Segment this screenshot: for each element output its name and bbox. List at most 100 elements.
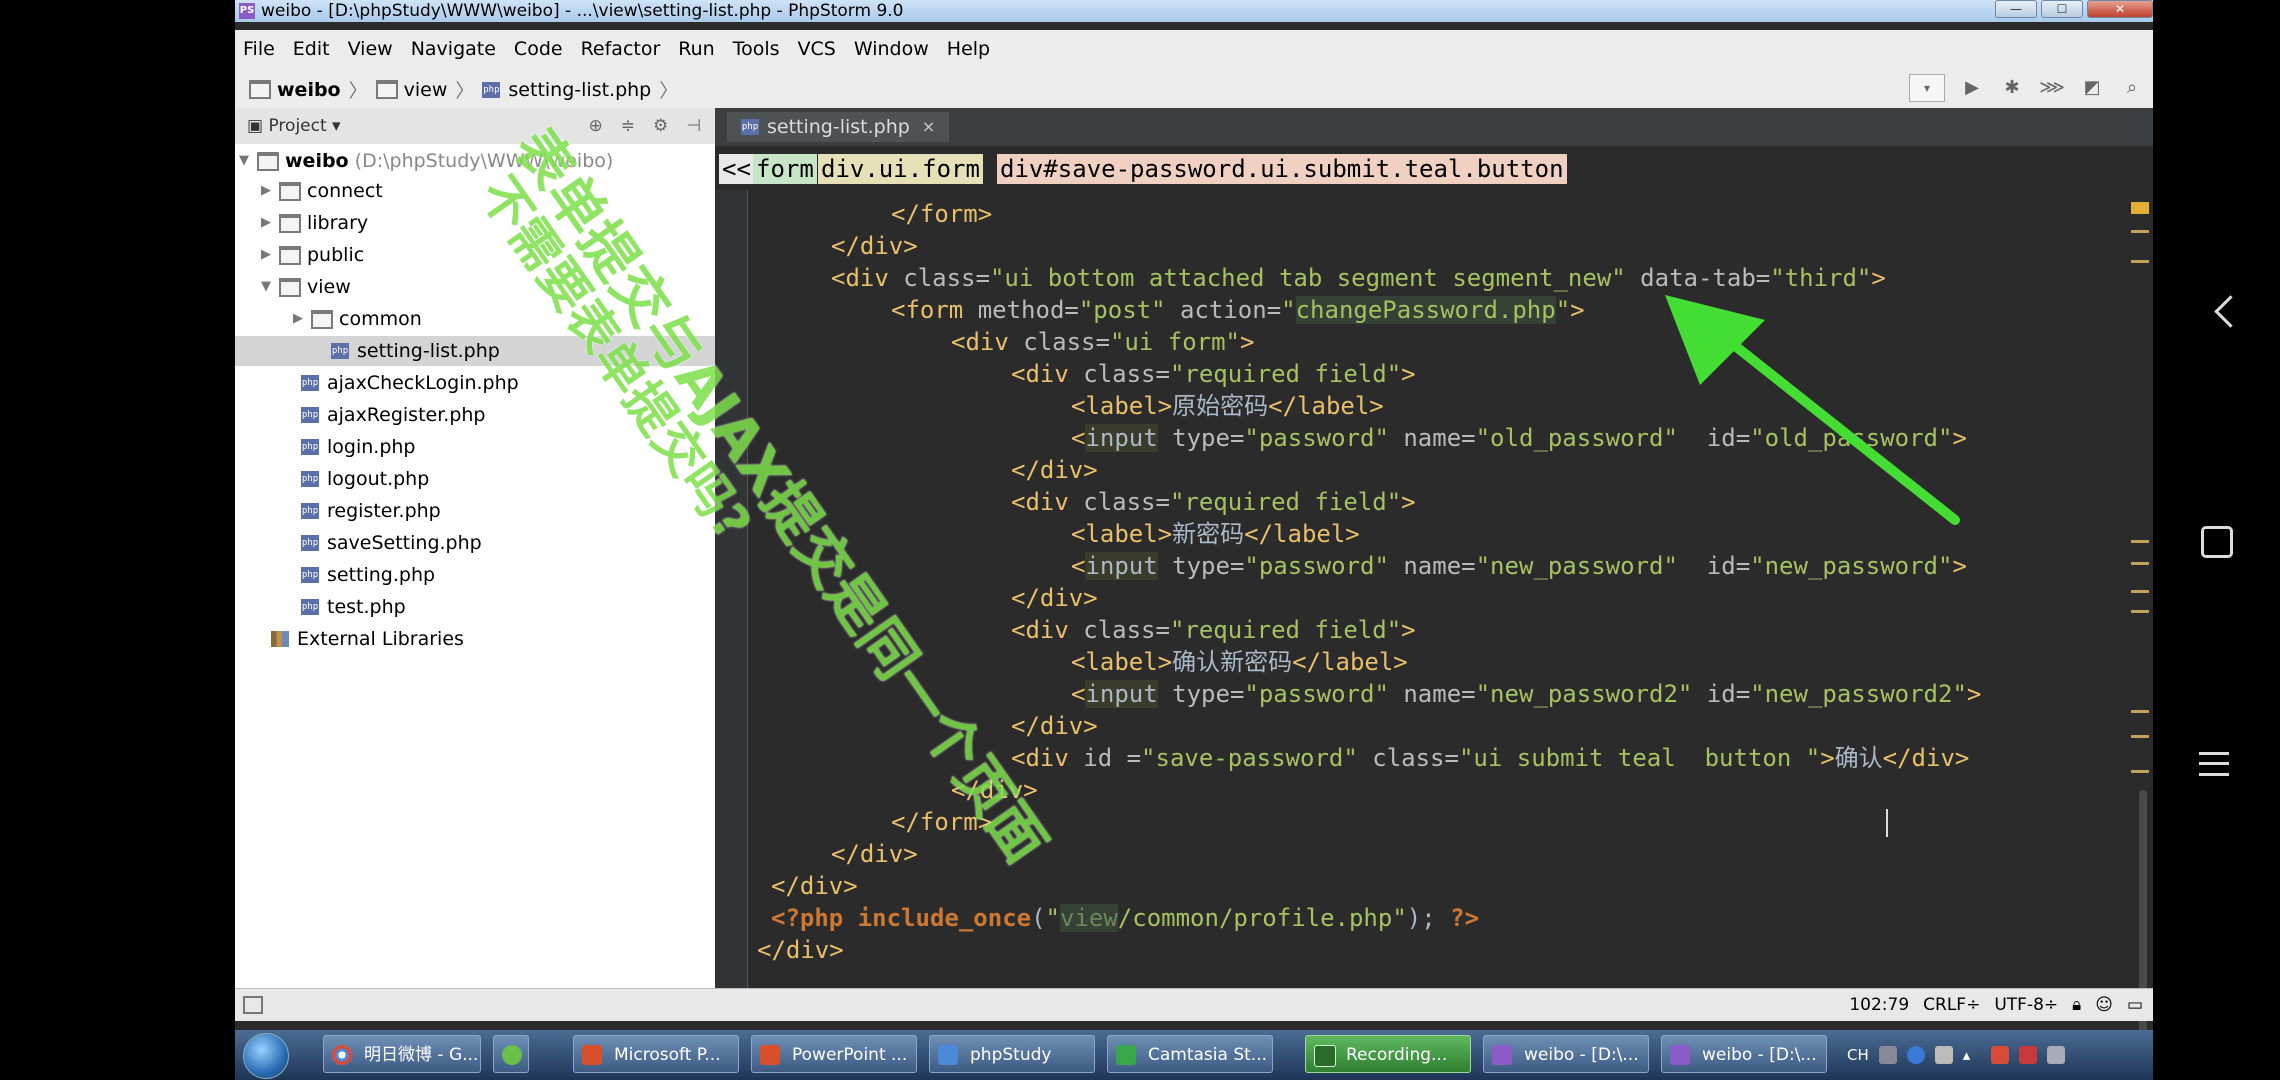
menu-help[interactable]: Help	[947, 38, 990, 60]
locate-icon[interactable]: ⊕	[588, 116, 602, 136]
tree-item-external-libraries[interactable]: External Libraries	[271, 624, 464, 654]
taskbar-item-browser[interactable]: 明日微博 - G...	[323, 1035, 481, 1073]
app-icon	[502, 1045, 522, 1065]
line-separator[interactable]: CRLF÷	[1923, 995, 1980, 1015]
menu-view[interactable]: View	[348, 38, 393, 60]
coverage-icon[interactable]: ⋙	[2039, 75, 2065, 101]
tree-item-ajaxchecklogin[interactable]: php ajaxCheckLogin.php	[301, 368, 519, 398]
collapse-icon[interactable]: ≑	[621, 116, 635, 136]
home-icon[interactable]	[2201, 526, 2233, 558]
start-button[interactable]	[243, 1033, 289, 1079]
code-line: <label>原始密码</label>	[1071, 392, 1384, 420]
taskbar-item-qq[interactable]	[493, 1035, 529, 1073]
inspector-icon[interactable]: ☺	[2095, 995, 2113, 1015]
editor-gutter	[715, 190, 748, 988]
menu-file[interactable]: File	[243, 38, 275, 60]
project-icon: ▣	[247, 116, 269, 136]
menu-refactor[interactable]: Refactor	[581, 38, 661, 60]
path-crumb-ui-form[interactable]: div.ui.form	[818, 154, 983, 184]
breadcrumb-file[interactable]: setting-list.php	[508, 79, 651, 101]
hide-panel-icon[interactable]: ⊣	[686, 116, 701, 136]
back-icon[interactable]	[2214, 295, 2247, 328]
tree-item-test[interactable]: php test.php	[301, 592, 406, 622]
input-language[interactable]: CH	[1847, 1046, 1869, 1064]
menu-navigate[interactable]: Navigate	[411, 38, 496, 60]
file-encoding[interactable]: UTF-8÷	[1994, 995, 2058, 1015]
breadcrumb-project[interactable]: weibo	[277, 79, 341, 101]
chevron-down-icon[interactable]: ▼	[261, 272, 279, 302]
taskbar-item-camtasia[interactable]: Camtasia St...	[1107, 1035, 1273, 1073]
chevron-right-icon[interactable]: ▶	[261, 208, 279, 238]
editor-scrollbar[interactable]	[2131, 190, 2149, 1050]
tree-item-library[interactable]: ▶ library	[261, 208, 368, 238]
chevron-right-icon[interactable]: ▶	[261, 176, 279, 206]
tree-item-ajaxregister[interactable]: php ajaxRegister.php	[301, 400, 486, 430]
path-back-button[interactable]: <<	[719, 154, 754, 184]
chevron-right-icon[interactable]: ▶	[293, 304, 311, 334]
php-file-icon: php	[301, 599, 319, 615]
tree-item-register[interactable]: php register.php	[301, 496, 441, 526]
menu-icon[interactable]	[2199, 752, 2229, 776]
volume-icon[interactable]	[2046, 1046, 2065, 1064]
close-button[interactable]: ✕	[2087, 0, 2153, 18]
status-bar: 102:79 CRLF÷ UTF-8÷ 🔒︎ ☺ ▭	[235, 988, 2153, 1021]
tree-item-setting[interactable]: php setting.php	[301, 560, 435, 590]
minimize-button[interactable]: —	[1995, 0, 2037, 18]
taskbar-item-recording[interactable]: Recording...	[1305, 1035, 1471, 1073]
chrome-icon	[332, 1045, 352, 1065]
taskbar-item-phpstudy[interactable]: phpStudy	[929, 1035, 1095, 1073]
tree-item-common[interactable]: ▶ common	[293, 304, 422, 334]
editor-tab-bar: php setting-list.php ×	[715, 108, 2153, 147]
path-crumb-form[interactable]: form	[753, 154, 817, 184]
path-crumb-save-password[interactable]: div#save-password.ui.submit.teal.button	[997, 154, 1567, 184]
code-line-current: <div id ="save-password" class="ui submi…	[1011, 744, 1970, 772]
search-icon[interactable]: ⌕	[2119, 75, 2145, 101]
powerpoint-icon	[582, 1045, 602, 1065]
run-icon[interactable]: ▶	[1959, 75, 1985, 101]
phpstorm-icon	[1492, 1045, 1512, 1065]
maximize-button[interactable]: ☐	[2041, 0, 2083, 18]
folder-icon	[249, 80, 271, 99]
menu-code[interactable]: Code	[514, 38, 563, 60]
tree-item-savesetting[interactable]: php saveSetting.php	[301, 528, 482, 558]
breadcrumb: weibo 〉 view 〉 php setting-list.php 〉	[249, 76, 686, 103]
windows-taskbar: 明日微博 - G... Microsoft P... PowerPoint ..…	[235, 1030, 2153, 1080]
tool-window-toggle-icon[interactable]	[243, 996, 263, 1014]
menu-vcs[interactable]: VCS	[798, 38, 836, 60]
tab-setting-list[interactable]: php setting-list.php ×	[727, 112, 950, 142]
breadcrumb-view[interactable]: view	[404, 79, 448, 101]
project-view-selector[interactable]: ▣ Project ▾	[247, 116, 341, 136]
gear-icon[interactable]: ⚙	[653, 116, 668, 136]
lock-icon[interactable]: 🔒︎	[2072, 995, 2081, 1015]
keyboard-icon[interactable]	[1878, 1046, 1897, 1064]
chevron-right-icon[interactable]: ▶	[261, 240, 279, 270]
tree-item-public[interactable]: ▶ public	[261, 240, 364, 270]
tree-item-view[interactable]: ▼ view	[261, 272, 351, 302]
menu-tools[interactable]: Tools	[733, 38, 780, 60]
tree-item-connect[interactable]: ▶ connect	[261, 176, 383, 206]
debug-icon[interactable]: ✱	[1999, 75, 2025, 101]
caret-position[interactable]: 102:79	[1849, 995, 1909, 1015]
run-config-dropdown[interactable]: ▾	[1909, 74, 1945, 102]
flag-icon[interactable]	[1990, 1046, 2009, 1064]
taskbar-item-phpstorm-1[interactable]: weibo - [D:\...	[1483, 1035, 1649, 1073]
chevron-down-icon[interactable]: ▼	[239, 146, 257, 176]
tree-item-logout[interactable]: php logout.php	[301, 464, 429, 494]
menu-edit[interactable]: Edit	[293, 38, 330, 60]
help-icon[interactable]	[1906, 1046, 1925, 1064]
stop-icon[interactable]: ◩	[2079, 75, 2105, 101]
menu-run[interactable]: Run	[678, 38, 714, 60]
taskbar-item-powerpoint[interactable]: PowerPoint ...	[751, 1035, 917, 1073]
event-log-icon[interactable]: ▭	[2127, 995, 2143, 1015]
tray-expand-icon[interactable]: ▴	[1963, 1046, 1981, 1064]
menu-window[interactable]: Window	[854, 38, 929, 60]
close-icon[interactable]: ×	[922, 112, 935, 142]
network-icon[interactable]	[2018, 1046, 2037, 1064]
taskbar-item-phpstorm-2[interactable]: weibo - [D:\...	[1661, 1035, 1827, 1073]
php-file-icon: php	[482, 81, 501, 98]
tree-item-login[interactable]: php login.php	[301, 432, 416, 462]
folder-icon	[279, 181, 301, 201]
pen-icon[interactable]	[1934, 1046, 1953, 1064]
html-path-bar: << form div.ui.form div#save-password.ui…	[715, 146, 2153, 190]
taskbar-item-microsoft-p[interactable]: Microsoft P...	[573, 1035, 739, 1073]
